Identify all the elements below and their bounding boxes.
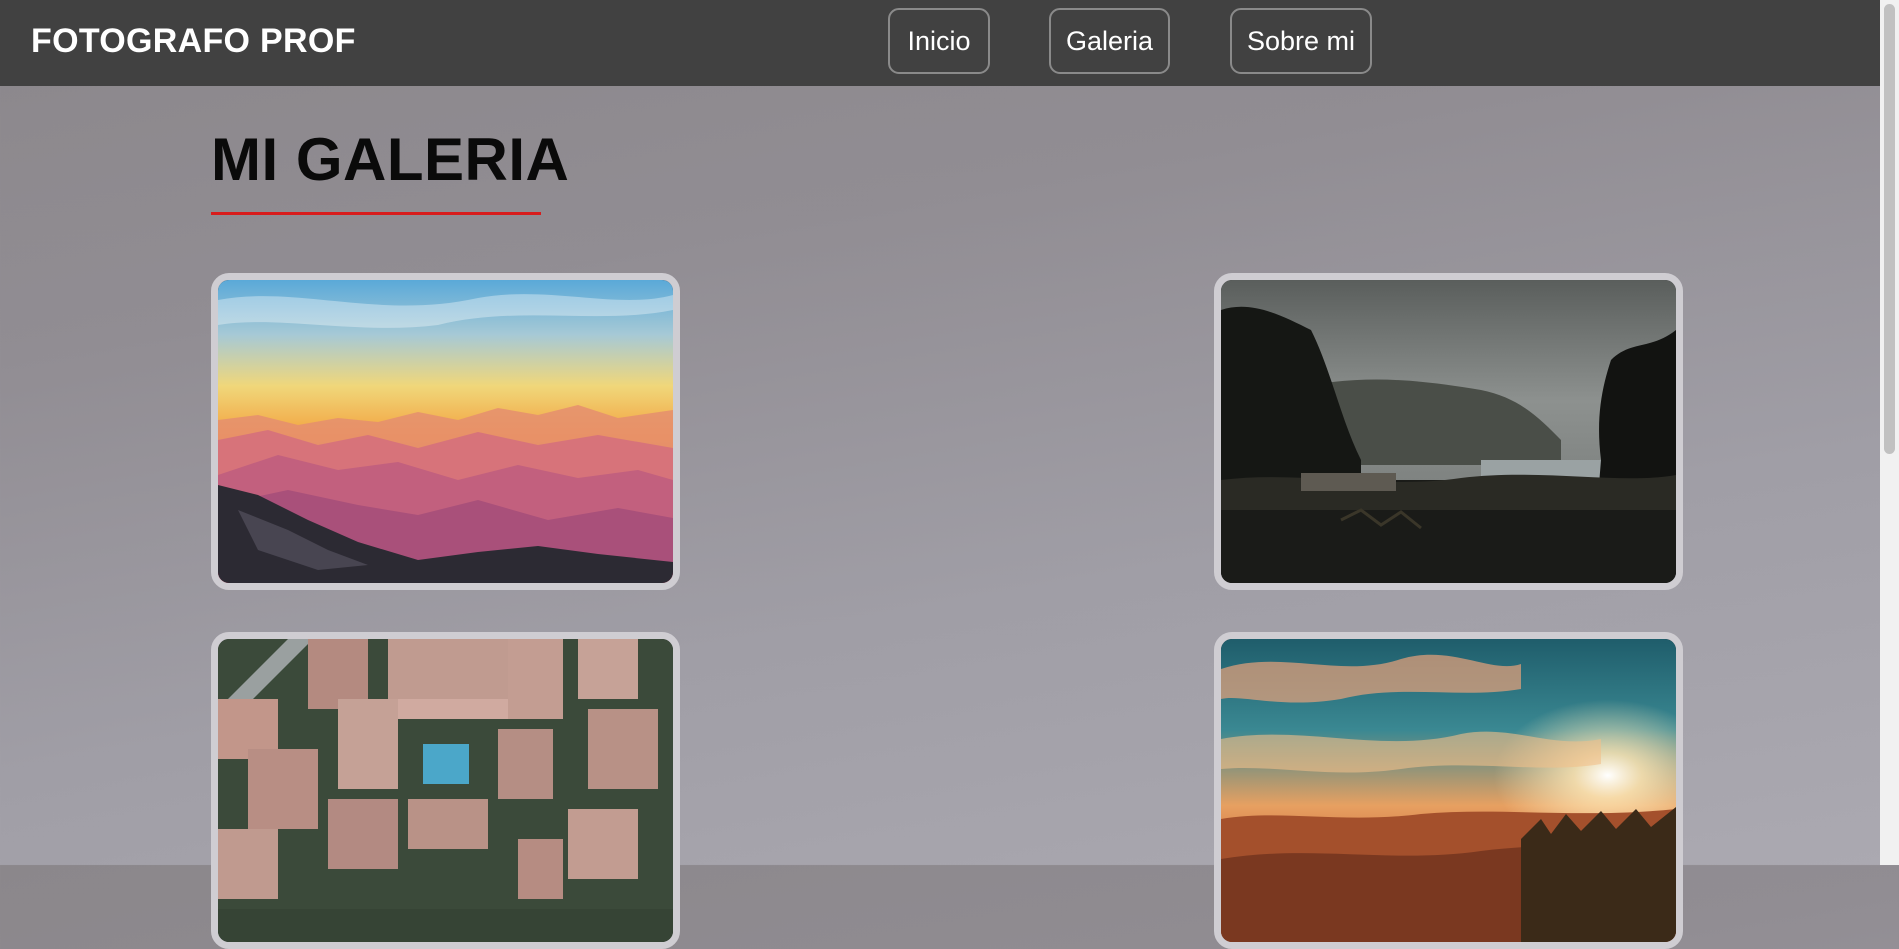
page-title: MI GALERIA <box>211 126 570 193</box>
nav-galeria-button[interactable]: Galeria <box>1049 8 1170 74</box>
title-underline <box>211 212 541 215</box>
site-brand[interactable]: FOTOGRAFO PROF <box>31 22 356 61</box>
gallery-image-sunset-hills[interactable] <box>1214 632 1683 949</box>
scrollbar-thumb[interactable] <box>1884 4 1895 454</box>
misty-lake-photo <box>1221 280 1676 583</box>
mountain-sunset-photo <box>218 280 673 583</box>
gallery-image-misty-lake[interactable] <box>1214 273 1683 590</box>
nav-sobre-mi-button[interactable]: Sobre mi <box>1230 8 1372 74</box>
top-navbar: FOTOGRAFO PROF Inicio Galeria Sobre mi <box>0 0 1880 86</box>
gallery-image-aerial-buildings[interactable] <box>211 632 680 949</box>
aerial-buildings-photo <box>218 639 673 942</box>
vertical-scrollbar[interactable] <box>1880 0 1899 865</box>
gallery-image-mountain-sunset[interactable] <box>211 273 680 590</box>
nav-inicio-button[interactable]: Inicio <box>888 8 990 74</box>
sunset-hills-photo <box>1221 639 1676 942</box>
